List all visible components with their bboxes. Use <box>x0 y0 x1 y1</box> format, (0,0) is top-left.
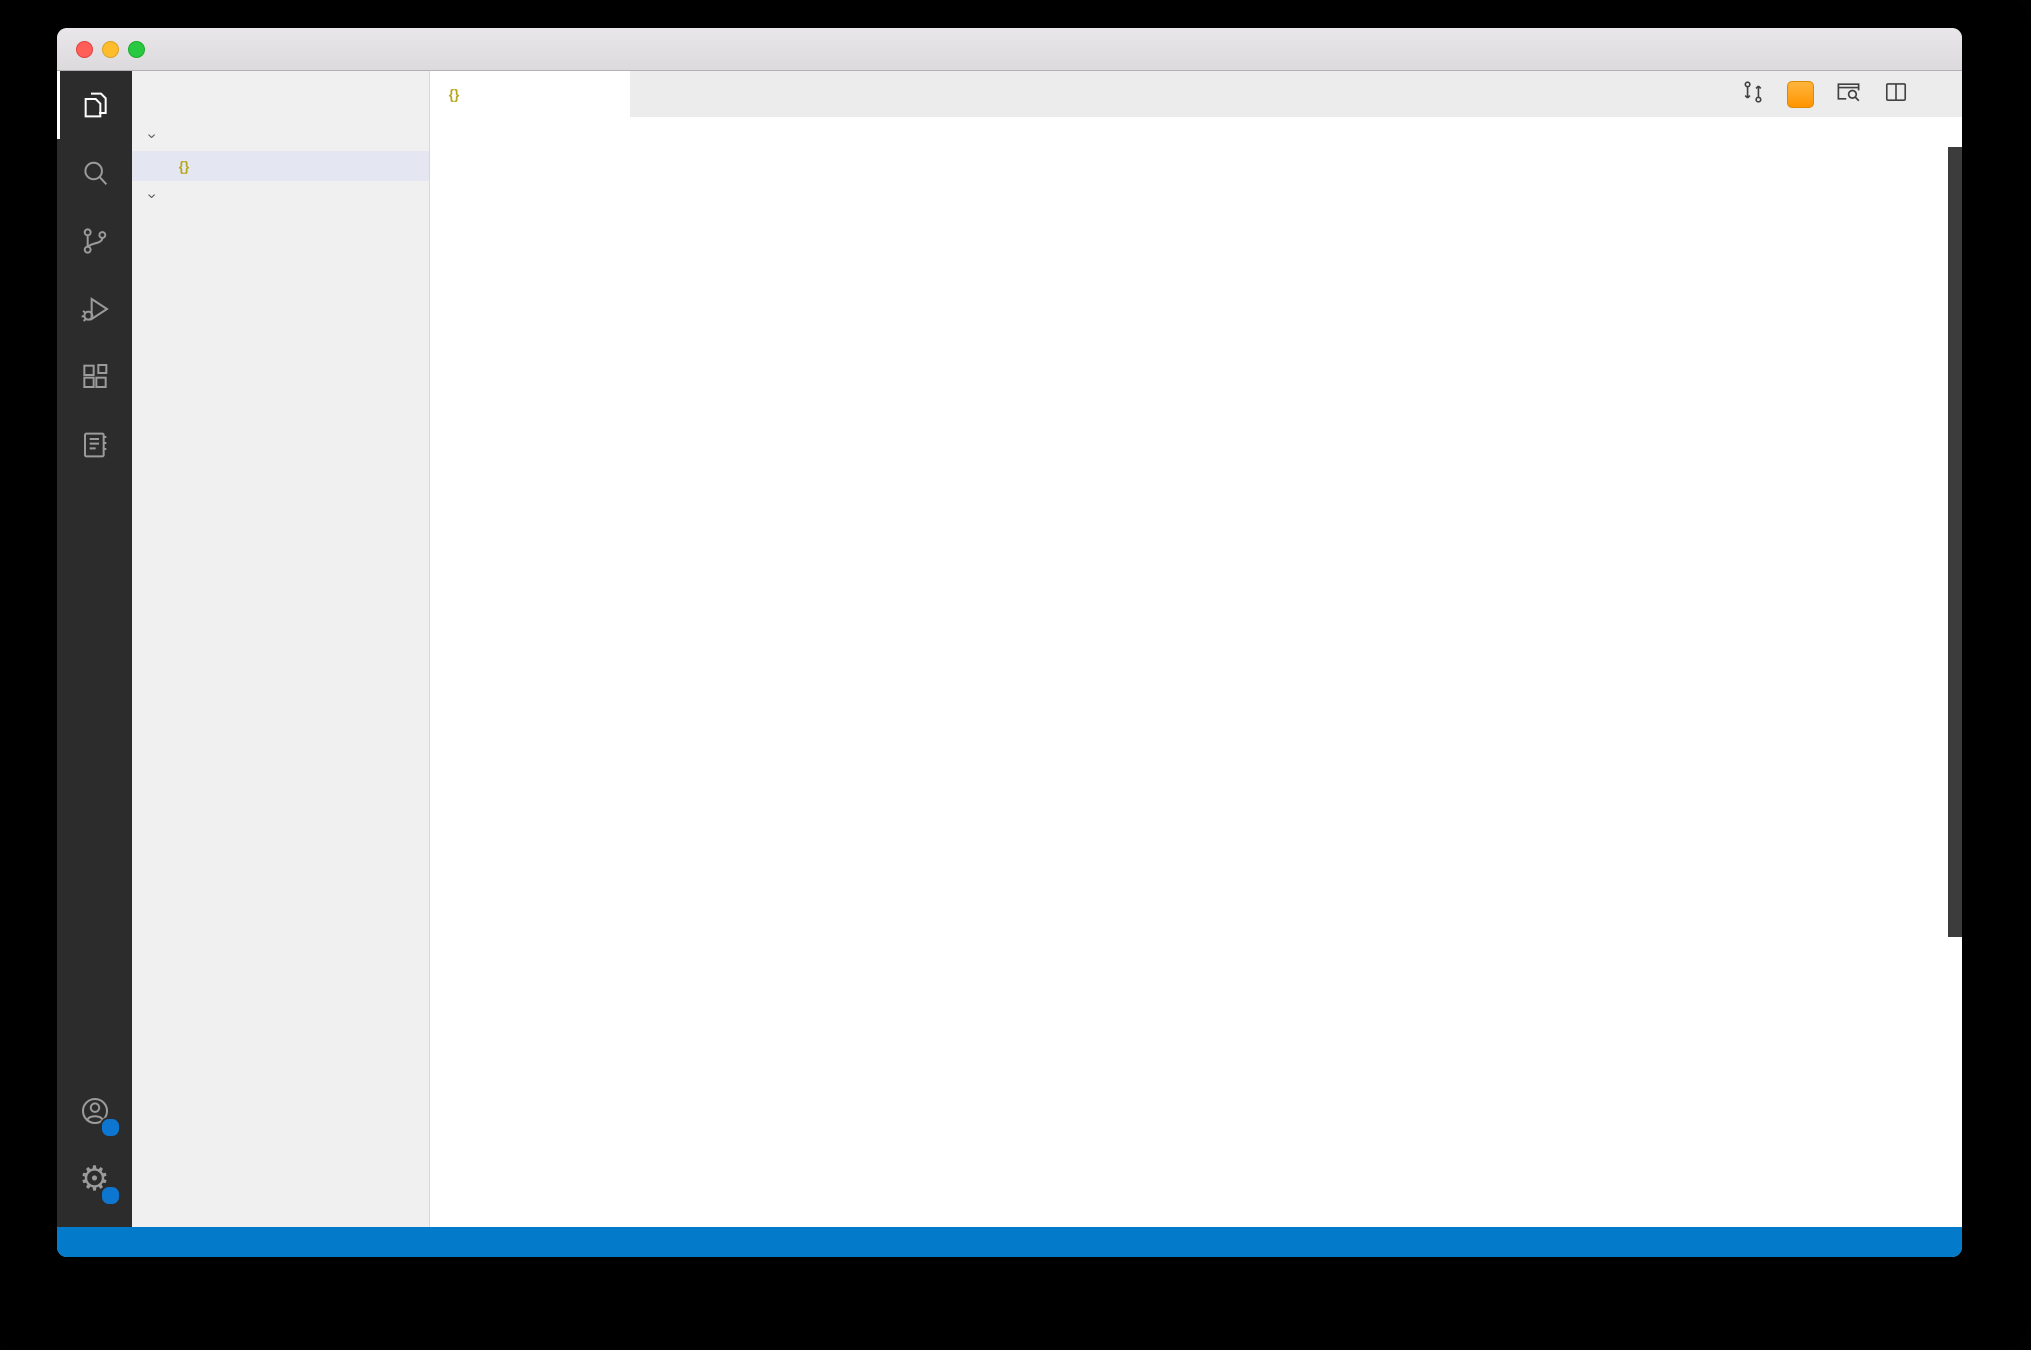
accounts-badge <box>100 1117 121 1138</box>
explorer-header <box>132 81 429 121</box>
search-icon[interactable] <box>57 139 132 207</box>
chevron-down-icon <box>145 187 158 205</box>
close-button[interactable] <box>76 40 93 58</box>
sidebar-empty-space <box>132 211 429 1227</box>
activity-bar: ⚙ <box>57 71 132 1227</box>
open-preview-icon[interactable] <box>1835 78 1862 110</box>
json-icon: {} <box>178 158 190 174</box>
tab-datum-json[interactable]: {} <box>430 71 630 117</box>
extension-shin-icon[interactable] <box>1787 80 1814 108</box>
run-debug-icon[interactable] <box>57 275 132 343</box>
editor-actions <box>1740 71 1962 117</box>
breadcrumb <box>430 117 1962 147</box>
chevron-down-icon <box>145 127 158 145</box>
zoom-button[interactable] <box>128 40 145 58</box>
tab-bar: {} <box>430 71 1962 117</box>
accounts-icon[interactable] <box>57 1077 132 1145</box>
screen: ⚙ {} <box>0 0 2031 1350</box>
window-controls <box>76 28 145 70</box>
editor-scrollbar[interactable] <box>1948 147 1962 937</box>
compare-changes-icon[interactable] <box>1740 79 1766 110</box>
split-editor-icon[interactable] <box>1883 79 1909 110</box>
json-icon: {} <box>448 86 460 102</box>
activity-bar-bottom: ⚙ <box>57 1077 132 1227</box>
section-open-editors[interactable] <box>132 121 429 151</box>
open-editor-item-datum-json[interactable]: {} <box>132 151 429 181</box>
source-control-icon[interactable] <box>57 207 132 275</box>
minimize-button[interactable] <box>102 40 119 58</box>
section-src[interactable] <box>132 181 429 211</box>
code-editor[interactable] <box>430 147 1962 1227</box>
notebook-icon[interactable] <box>57 411 132 479</box>
status-bar <box>57 1227 1962 1257</box>
sidebar-explorer: {} <box>132 71 430 1227</box>
extensions-icon[interactable] <box>57 343 132 411</box>
settings-gear-icon[interactable]: ⚙ <box>57 1145 132 1213</box>
settings-badge <box>100 1185 121 1206</box>
workbench: ⚙ {} <box>57 71 1962 1227</box>
vscode-window: ⚙ {} <box>57 28 1962 1257</box>
title-bar[interactable] <box>57 28 1962 71</box>
editor-group: {} <box>430 71 1962 1227</box>
explorer-icon[interactable] <box>57 71 132 139</box>
